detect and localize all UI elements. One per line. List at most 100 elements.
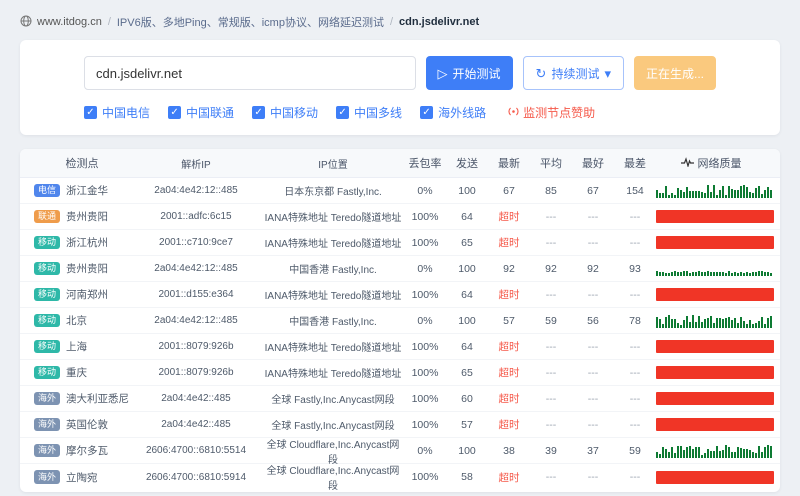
col-header-quality: 网络质量 (656, 155, 766, 171)
loss-rate: 0% (417, 444, 433, 457)
ip-location: IANA特殊地址 Teredo隧道地址 (264, 239, 402, 250)
resolved-ip: 2001::c710:9ce7 (159, 237, 233, 248)
refresh-icon: ↻ (535, 65, 547, 81)
isp-badge: 移动 (34, 235, 61, 250)
avg-latency: --- (545, 288, 557, 301)
worst-latency: 59 (629, 444, 641, 457)
isp-badge: 移动 (34, 339, 61, 354)
resolved-ip: 2a04:4e42::485 (161, 419, 231, 430)
isp-filter-row: ✓ 中国电信 ✓ 中国联通 ✓ 中国移动 ✓ 中国多线 ✓ 海外线路 监测节点赞助 (84, 104, 716, 121)
isp-checkbox[interactable]: ✓ 中国联通 (168, 104, 234, 121)
packet-loss-bar (656, 236, 774, 249)
sponsor-link[interactable]: 监测节点赞助 (508, 104, 595, 121)
isp-badge: 海外 (34, 391, 61, 406)
worst-latency: --- (629, 210, 641, 223)
quality-cell (656, 210, 774, 223)
col-header-sent: 发送 (456, 158, 478, 170)
loss-rate: 100% (411, 366, 439, 379)
breadcrumb-site[interactable]: www.itdog.cn (37, 16, 102, 28)
play-icon: ▷ (437, 65, 448, 81)
checkbox-checked-icon[interactable]: ✓ (420, 106, 434, 119)
avg-latency: --- (545, 418, 557, 431)
loss-rate: 100% (411, 392, 439, 405)
resolved-ip: 2a04:4e42:12::485 (154, 263, 238, 274)
quality-cell (656, 288, 774, 301)
resolved-ip: 2001::d155:e364 (158, 289, 234, 300)
checkbox-label: 中国多线 (354, 106, 403, 120)
latest-latency: 超时 (498, 341, 520, 353)
node-cell: 联通 贵州贵阳 (34, 209, 130, 224)
checkbox-checked-icon[interactable]: ✓ (252, 106, 266, 119)
isp-checkbox[interactable]: ✓ 中国电信 (84, 104, 150, 121)
quality-cell (656, 340, 774, 353)
start-test-button[interactable]: ▷ 开始测试 (425, 56, 513, 90)
checkbox-label: 海外线路 (438, 106, 487, 120)
isp-checkbox[interactable]: ✓ 海外线路 (420, 104, 486, 121)
resolved-ip: 2001::8079:926b (158, 341, 234, 352)
ip-location: IANA特殊地址 Teredo隧道地址 (264, 213, 402, 224)
node-cell: 海外 澳大利亚悉尼 (34, 391, 130, 406)
best-latency: 67 (587, 184, 599, 197)
avg-latency: --- (545, 210, 557, 223)
node-location: 贵州贵阳 (66, 211, 109, 223)
best-latency: --- (587, 210, 599, 223)
node-location: 贵州贵阳 (66, 263, 109, 275)
node-cell: 电信 浙江金华 (34, 183, 130, 198)
table-row: 移动 浙江杭州 2001::c710:9ce7 IANA特殊地址 Teredo隧道地址… (20, 230, 780, 256)
ip-location: 全球 Fastly,Inc.Anycast网段 (271, 421, 395, 432)
generating-label: 正在生成... (645, 66, 704, 81)
pulse-icon (680, 156, 694, 170)
isp-badge: 电信 (34, 183, 61, 198)
generating-button[interactable]: 正在生成... (633, 56, 716, 90)
checkbox-label: 中国电信 (102, 106, 151, 120)
col-header-ip-location: IP位置 (318, 159, 348, 171)
quality-cell (656, 262, 773, 276)
isp-checkbox[interactable]: ✓ 中国移动 (252, 104, 318, 121)
breadcrumb-category[interactable]: IPV6版、多地Ping、常规版、icmp协议、网络延迟测试 (117, 14, 384, 30)
sponsor-label: 监测节点赞助 (523, 106, 596, 120)
checkbox-checked-icon[interactable]: ✓ (84, 106, 97, 119)
best-latency: --- (587, 471, 599, 483)
worst-latency: --- (629, 340, 641, 353)
node-location: 浙江金华 (66, 185, 109, 197)
col-header-avg: 平均 (540, 158, 562, 170)
loss-rate: 100% (411, 210, 439, 223)
node-cell: 移动 贵州贵阳 (34, 261, 130, 276)
table-row: 移动 北京 2a04:4e42:12::485 中国香港 Fastly,Inc. 0% 1… (20, 308, 780, 334)
worst-latency: --- (629, 392, 641, 405)
radar-icon (508, 106, 519, 120)
host-input[interactable] (84, 56, 416, 90)
worst-latency: --- (629, 366, 641, 379)
checkbox-checked-icon[interactable]: ✓ (336, 106, 350, 119)
table-row: 移动 重庆 2001::8079:926b IANA特殊地址 Teredo隧道地址 10… (20, 360, 780, 386)
node-location: 重庆 (66, 367, 88, 379)
table-body: 电信 浙江金华 2a04:4e42:12::485 日本东京都 Fastly,Inc.… (20, 178, 780, 492)
sent-count: 100 (458, 184, 476, 197)
isp-checkbox[interactable]: ✓ 中国多线 (336, 104, 402, 121)
caret-down-icon: ▾ (604, 65, 611, 81)
checkbox-checked-icon[interactable]: ✓ (168, 106, 182, 119)
worst-latency: --- (629, 288, 641, 301)
latest-latency: 超时 (498, 211, 520, 223)
latest-latency: 57 (503, 314, 515, 327)
latest-latency: 超时 (498, 471, 520, 484)
ip-location: 全球 Fastly,Inc.Anycast网段 (271, 395, 395, 406)
table-row: 海外 英国伦敦 2a04:4e42::485 全球 Fastly,Inc.Anycas… (20, 412, 780, 438)
col-header-latest: 最新 (498, 158, 520, 170)
sent-count: 60 (461, 392, 473, 405)
table-row: 移动 贵州贵阳 2a04:4e42:12::485 中国香港 Fastly,Inc. 0… (20, 256, 780, 282)
sent-count: 64 (461, 210, 473, 223)
table-row: 联通 贵州贵阳 2001::adfc:6c15 IANA特殊地址 Teredo隧道地址… (20, 204, 780, 230)
packet-loss-bar (656, 366, 774, 379)
col-header-worst: 最差 (624, 158, 646, 170)
ip-location: IANA特殊地址 Teredo隧道地址 (264, 369, 402, 380)
best-latency: --- (587, 392, 599, 405)
latest-latency: 67 (503, 184, 515, 197)
sent-count: 100 (458, 314, 476, 327)
col-header-resolved-ip: 解析IP (181, 159, 211, 171)
packet-loss-bar (656, 288, 774, 301)
loss-rate: 100% (411, 471, 439, 483)
resolved-ip: 2606:4700::6810:5514 (145, 445, 247, 456)
continuous-test-button[interactable]: ↻ 持续测试 ▾ (522, 56, 624, 90)
best-latency: --- (587, 288, 599, 301)
